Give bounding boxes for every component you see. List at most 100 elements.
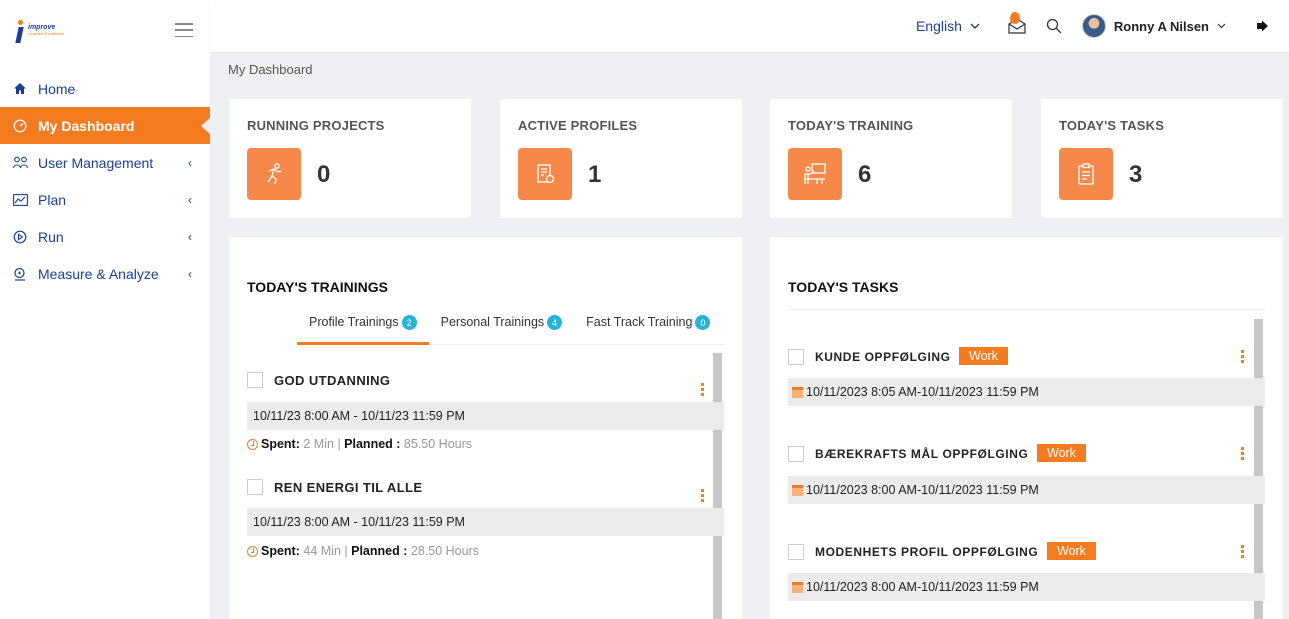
task-checkbox[interactable] [788,446,804,462]
more-options-icon[interactable] [1241,350,1245,363]
logo-text: improve [28,24,56,31]
spent-value: 2 Min [303,437,334,451]
spent-label: Spent: [261,544,300,558]
profile-icon [518,148,572,200]
more-options-icon[interactable] [701,489,705,502]
trainings-panel: TODAY'S TRAININGS Profile Trainings 2 Pe… [229,237,742,619]
more-options-icon[interactable] [1241,545,1245,558]
stat-card-running-projects[interactable]: RUNNING PROJECTS 0 [229,99,471,218]
task-date-text: 10/11/2023 8:05 AM-10/11/2023 11:59 PM [806,385,1039,399]
user-menu[interactable]: Ronny A Nilsen [1081,14,1226,38]
separator: | [337,437,341,451]
sidebar-item-run[interactable]: Run ‹ [0,218,210,255]
tab-personal-trainings[interactable]: Personal Trainings 4 [429,309,575,344]
sidebar-item-user-management[interactable]: User Management ‹ [0,144,210,181]
hamburger-menu-icon[interactable] [175,23,193,37]
stat-value: 6 [858,161,872,188]
sidebar: improve Lead the Excellence Home My Dash… [0,0,211,619]
panel-title: TODAY'S TASKS [788,279,899,295]
training-icon [788,148,842,200]
planned-label: Planned : [344,437,401,451]
task-date: 10/11/2023 8:05 AM-10/11/2023 11:59 PM [788,378,1265,406]
sidebar-item-label: Run [38,228,64,245]
run-icon [12,229,28,245]
divider [788,309,1265,310]
dashboard-icon [12,118,28,134]
training-checkbox[interactable] [247,479,263,495]
task-title[interactable]: MODENHETS PROFIL OPPFØLGING [815,545,1038,559]
logout-icon [1257,20,1268,32]
language-label: English [915,18,962,34]
sidebar-item-plan[interactable]: Plan ‹ [0,181,210,218]
chevron-left-icon: ‹ [188,229,192,244]
stat-card-todays-training[interactable]: TODAY'S TRAINING 6 [770,99,1012,218]
count-badge: 0 [695,315,711,330]
planned-value: 85.50 Hours [403,437,473,451]
task-title[interactable]: KUNDE OPPFØLGING [815,350,951,364]
stat-title: TODAY'S TASKS [1059,118,1165,133]
chevron-left-icon: ‹ [188,266,192,281]
task-date-text: 10/11/2023 8:00 AM-10/11/2023 11:59 PM [806,580,1039,594]
chevron-left-icon: ‹ [188,155,192,170]
calendar-icon [792,484,803,496]
sidebar-item-label: Measure & Analyze [38,265,159,282]
training-checkbox[interactable] [247,372,263,388]
breadcrumb: My Dashboard [228,62,313,77]
search-button[interactable] [1046,18,1062,34]
calendar-icon [792,581,803,593]
task-title[interactable]: BÆREKRAFTS MÅL OPPFØLGING [815,447,1028,461]
stat-card-active-profiles[interactable]: ACTIVE PROFILES 1 [500,99,742,218]
tasks-icon [1059,148,1113,200]
sidebar-item-label: Home [38,80,76,97]
tab-label: Profile Trainings [309,315,399,329]
stat-title: ACTIVE PROFILES [518,118,638,133]
sidebar-item-label: Plan [38,191,67,208]
more-options-icon[interactable] [1241,447,1245,460]
home-icon [12,81,28,97]
sidebar-item-measure-analyze[interactable]: Measure & Analyze ‹ [0,255,210,292]
tab-label: Personal Trainings [440,315,545,329]
chevron-left-icon: ‹ [188,192,192,207]
training-date: 10/11/23 8:00 AM - 10/11/23 11:59 PM [247,402,724,430]
task-date-text: 10/11/2023 8:00 AM-10/11/2023 11:59 PM [806,483,1039,497]
sidebar-item-home[interactable]: Home [0,70,210,107]
task-type-tag: Work [1037,444,1086,462]
task-date: 10/11/2023 8:00 AM-10/11/2023 11:59 PM [788,476,1265,504]
stat-value: 3 [1129,161,1143,188]
sidebar-item-label: My Dashboard [38,117,135,134]
stat-value: 0 [317,161,331,188]
stat-title: TODAY'S TRAINING [788,118,914,133]
training-tabs: Profile Trainings 2 Personal Trainings 4… [297,309,724,345]
more-options-icon[interactable] [701,383,705,396]
sidebar-item-my-dashboard[interactable]: My Dashboard [0,107,211,144]
tab-profile-trainings[interactable]: Profile Trainings 2 [297,309,429,345]
logo-bar: improve Lead the Excellence [0,0,210,60]
training-title[interactable]: GOD UTDANNING [274,373,390,388]
chevron-down-icon [1217,23,1226,29]
search-icon [1046,18,1062,34]
training-title[interactable]: REN ENERGI TIL ALLE [274,480,422,495]
task-checkbox[interactable] [788,349,804,365]
training-time-summary: Spent: 44 Min | Planned : 28.50 Hours [247,544,479,558]
tab-fast-track-training[interactable]: Fast Track Training 0 [574,309,722,344]
stat-card-todays-tasks[interactable]: TODAY'S TASKS 3 [1041,99,1283,218]
language-selector[interactable]: English [916,18,980,34]
logout-button[interactable] [1256,20,1269,32]
sidebar-nav: Home My Dashboard User Management ‹ Plan… [0,70,211,292]
running-icon [247,148,301,200]
notification-dot [1009,12,1020,24]
separator: | [344,544,348,558]
scrollbar[interactable] [713,353,722,619]
count-badge: 2 [401,315,417,330]
measure-icon [12,266,28,282]
logo-words: improve Lead the Excellence [28,24,64,36]
spent-value: 44 Min [303,544,341,558]
chevron-down-icon [970,23,980,29]
tab-label: Fast Track Training [586,315,693,329]
notifications-button[interactable] [1008,12,1026,34]
clock-icon [247,545,258,557]
panel-title: TODAY'S TRAININGS [247,279,389,295]
logo[interactable]: improve Lead the Excellence [12,16,64,44]
logo-mark [12,16,26,44]
task-checkbox[interactable] [788,544,804,560]
